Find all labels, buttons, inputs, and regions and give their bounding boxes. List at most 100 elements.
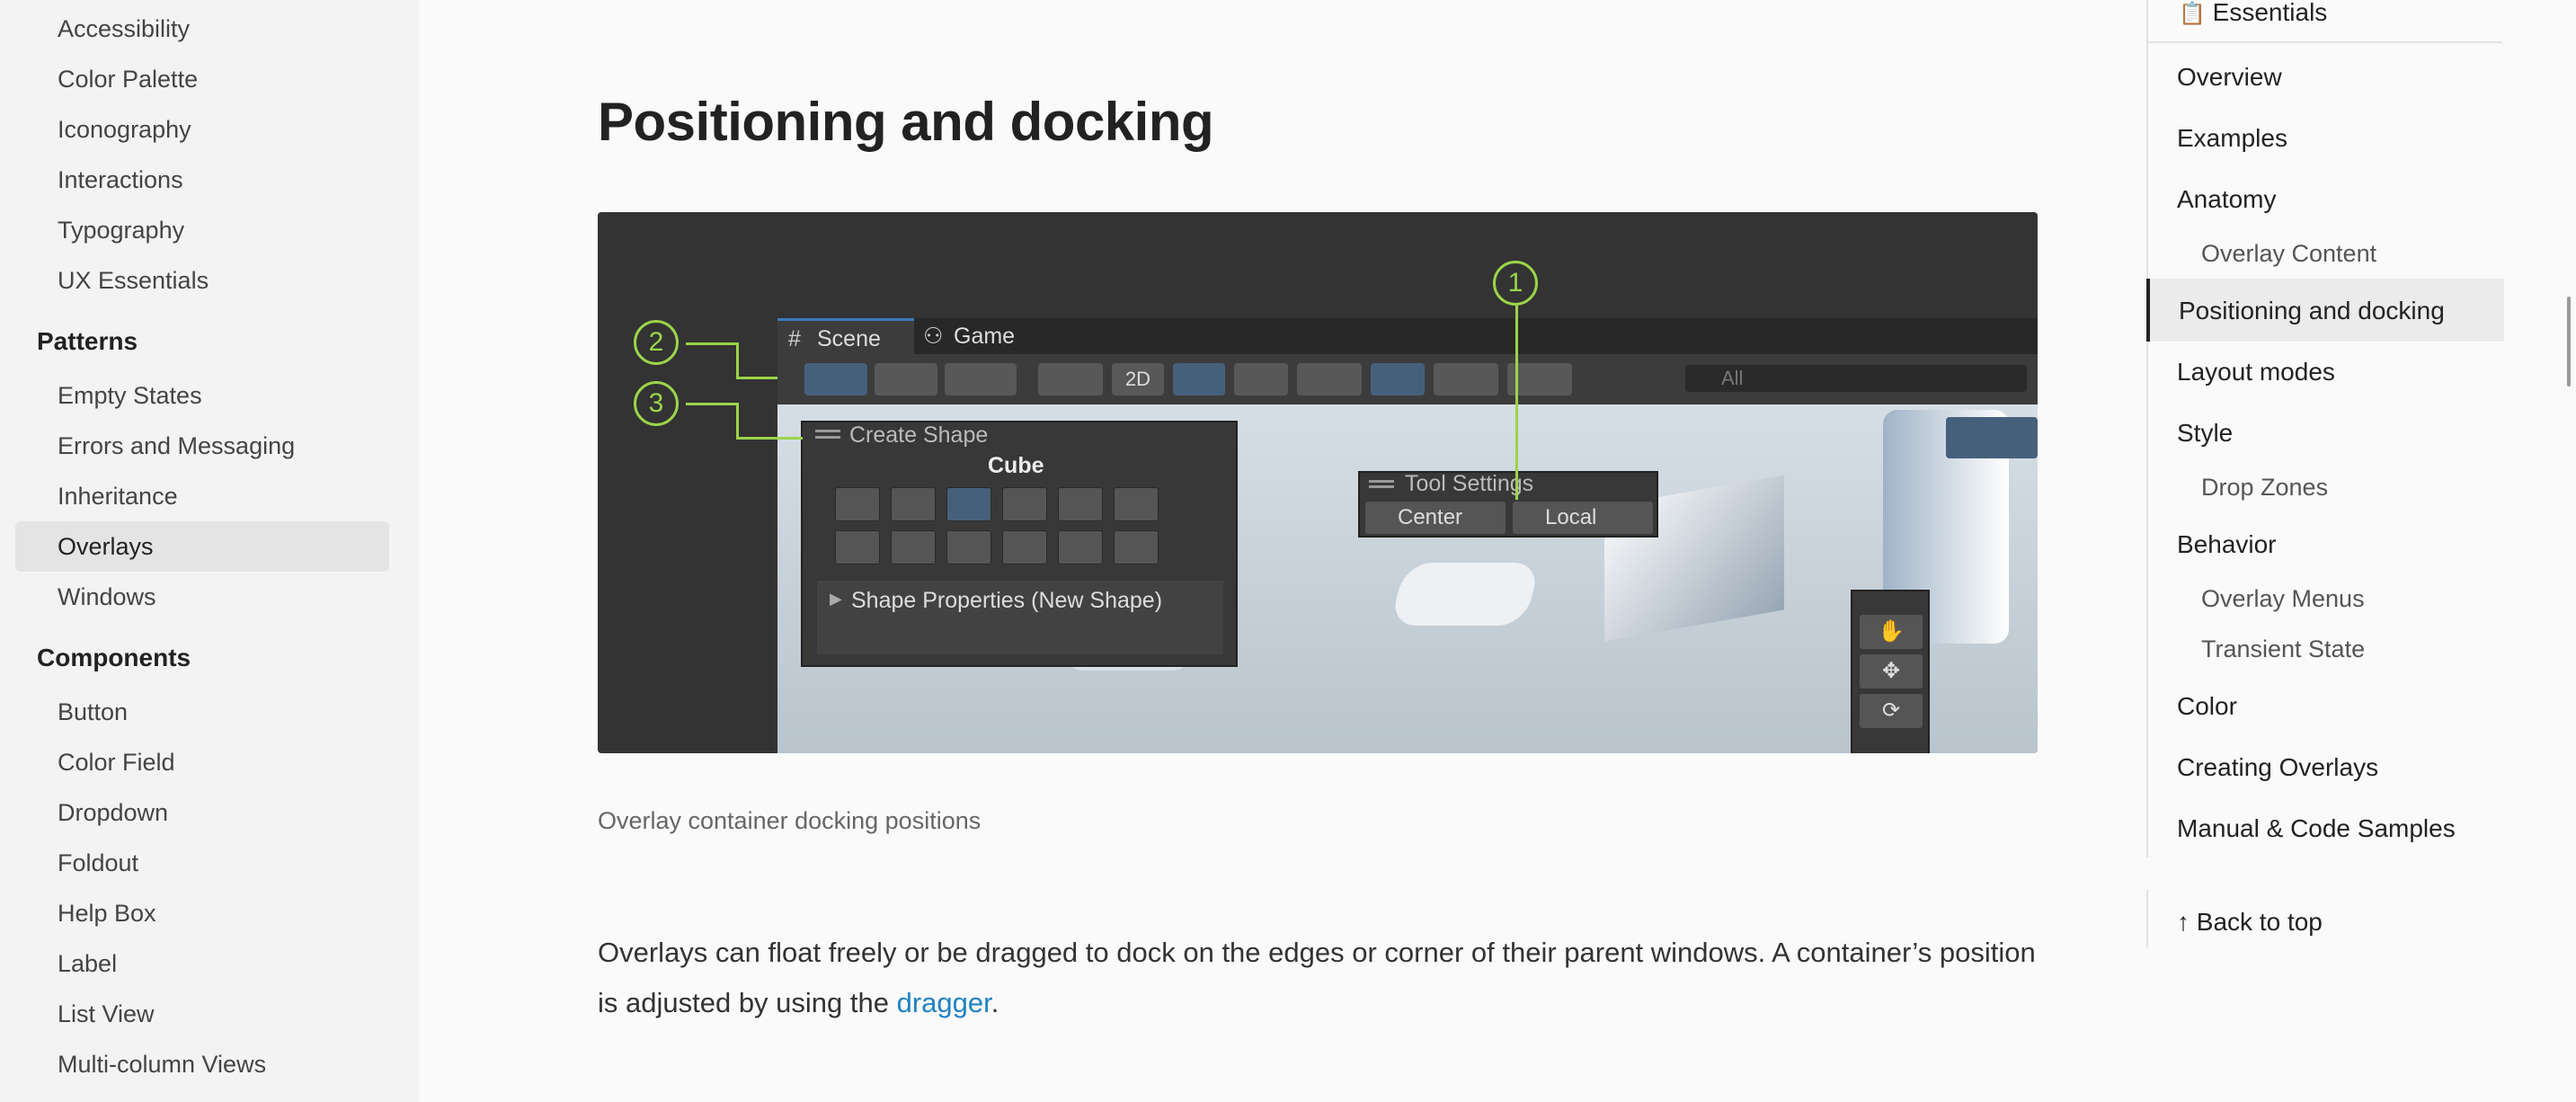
tab-game[interactable]: ⚇ Game <box>914 318 1040 354</box>
shape-arch-button[interactable] <box>835 487 880 521</box>
callout-2: 2 <box>634 320 679 365</box>
lighting-button[interactable] <box>1173 363 1225 395</box>
toc-item-drop-zones[interactable]: Drop Zones <box>2201 469 2328 505</box>
shape-sprite-button[interactable] <box>1002 530 1047 564</box>
docking-figure: # Scene ⚇ Game 2D All Create Shape Cube <box>598 212 2038 753</box>
toc-item-style[interactable]: Style <box>2177 415 2233 451</box>
tab-scene-label: Scene <box>817 326 881 351</box>
ruler-button[interactable] <box>945 363 1017 395</box>
toc-essentials-label: Essentials <box>2212 0 2328 26</box>
nav-item-foldout[interactable]: Foldout <box>58 845 138 881</box>
scene-tabbar: # Scene ⚇ Game <box>777 318 2038 354</box>
dragger-link[interactable]: dragger <box>897 987 991 1018</box>
scene-search-input[interactable]: All <box>1685 365 2027 392</box>
left-sidebar: Accessibility Color Palette Iconography … <box>0 0 419 1102</box>
shape-cone-button[interactable] <box>891 487 936 521</box>
nav-item-label[interactable]: Label <box>58 946 117 982</box>
shape-torus-button[interactable] <box>1114 530 1159 564</box>
nav-item-empty-states[interactable]: Empty States <box>58 378 202 413</box>
nav-item-help-box[interactable]: Help Box <box>58 895 156 931</box>
grid-snap-button[interactable] <box>804 363 867 395</box>
shape-plane-button[interactable] <box>835 530 880 564</box>
toc-item-positioning-and-docking[interactable]: Positioning and docking <box>2179 293 2445 329</box>
snap-button[interactable] <box>875 363 937 395</box>
shading-mode-button[interactable] <box>1038 363 1103 395</box>
camera-button[interactable] <box>1434 363 1498 395</box>
grid-icon: # <box>788 326 801 351</box>
shape-pipe-button[interactable] <box>1114 487 1159 521</box>
view-cube-button[interactable] <box>1946 417 2038 458</box>
clipboard-icon: 📋 <box>2179 2 2206 26</box>
2d-toggle-button[interactable]: 2D <box>1112 363 1164 395</box>
tools-overlay: ✋ ✥ ⟳ <box>1851 590 1930 753</box>
toc-item-overlay-menus[interactable]: Overlay Menus <box>2201 581 2365 617</box>
toc-item-creating-overlays[interactable]: Creating Overlays <box>2177 750 2378 786</box>
nav-item-color-field[interactable]: Color Field <box>58 744 175 780</box>
nav-item-interactions[interactable]: Interactions <box>58 162 183 198</box>
nav-item-iconography[interactable]: Iconography <box>58 111 191 147</box>
shape-prism-button[interactable] <box>891 530 936 564</box>
nav-item-color-palette[interactable]: Color Palette <box>58 61 198 97</box>
toc-item-overlay-content[interactable]: Overlay Content <box>2201 236 2376 271</box>
callout-1: 1 <box>1493 261 1538 306</box>
shape-properties-foldout[interactable]: ▶ Shape Properties (New Shape) <box>817 581 1223 654</box>
nav-item-accessibility[interactable]: Accessibility <box>58 11 190 47</box>
shape-cube-button[interactable] <box>946 487 991 521</box>
nav-item-windows[interactable]: Windows <box>58 579 156 615</box>
tab-scene[interactable]: # Scene <box>777 318 914 354</box>
toc-divider <box>2146 41 2502 43</box>
gamepad-icon: ⚇ <box>923 324 944 349</box>
toc-item-examples[interactable]: Examples <box>2177 120 2287 156</box>
effects-button[interactable] <box>1297 363 1362 395</box>
toc-item-anatomy[interactable]: Anatomy <box>2177 182 2277 218</box>
shape-door-button[interactable] <box>1058 487 1103 521</box>
nav-section-patterns[interactable]: Patterns <box>37 324 138 360</box>
rotate-tool-icon[interactable]: ⟳ <box>1860 694 1923 728</box>
shape-cylinder-button[interactable] <box>1002 487 1047 521</box>
tool-settings-overlay: Tool Settings Center Local <box>1358 471 1658 538</box>
toc-item-layout-modes[interactable]: Layout modes <box>2177 354 2335 390</box>
nav-item-errors-and-messaging[interactable]: Errors and Messaging <box>58 428 295 464</box>
figure-caption: Overlay container docking positions <box>598 807 982 834</box>
shape-properties-label: Shape Properties (New Shape) <box>851 588 1163 613</box>
hand-tool-icon[interactable]: ✋ <box>1860 615 1923 649</box>
callout-3: 3 <box>634 381 679 426</box>
nav-item-overlays[interactable]: Overlays <box>58 529 154 564</box>
dragger-icon[interactable] <box>815 430 840 432</box>
pivot-local-dropdown[interactable]: Local <box>1513 502 1653 534</box>
toc-item-color[interactable]: Color <box>2177 689 2237 724</box>
pivot-center-dropdown[interactable]: Center <box>1365 502 1506 534</box>
toc-item-overview[interactable]: Overview <box>2177 59 2282 95</box>
nav-item-list-view[interactable]: List View <box>58 996 155 1032</box>
visibility-button[interactable] <box>1371 363 1425 395</box>
nav-item-button[interactable]: Button <box>58 694 128 730</box>
dragger-icon[interactable] <box>1369 480 1394 483</box>
shape-sphere-button[interactable] <box>946 530 991 564</box>
foldout-arrow-icon: ▶ <box>830 590 842 608</box>
nav-item-typography[interactable]: Typography <box>58 212 184 248</box>
toc-rail <box>2146 0 2148 858</box>
nav-item-dropdown[interactable]: Dropdown <box>58 795 168 831</box>
paragraph-end: . <box>990 987 999 1018</box>
nav-section-components[interactable]: Components <box>37 640 191 676</box>
shape-stairs-button[interactable] <box>1058 530 1103 564</box>
scrollbar-thumb[interactable] <box>2567 297 2571 387</box>
nav-item-ux-essentials[interactable]: UX Essentials <box>58 262 209 298</box>
nav-item-inheritance[interactable]: Inheritance <box>58 478 178 514</box>
docs-page: Accessibility Color Palette Iconography … <box>0 0 2576 1102</box>
back-to-top-link[interactable]: ↑ Back to top <box>2177 904 2323 940</box>
tool-settings-title: Tool Settings <box>1405 471 1534 496</box>
callout-2-line-h <box>736 377 777 379</box>
scene-hexagon <box>1389 563 1541 626</box>
toc-item-transient-state[interactable]: Transient State <box>2201 631 2365 667</box>
toc-item-manual-code-samples[interactable]: Manual & Code Samples <box>2177 811 2456 847</box>
audio-button[interactable] <box>1234 363 1288 395</box>
callout-2-line-v <box>736 342 739 378</box>
toc-essentials[interactable]: 📋 Essentials <box>2179 0 2327 32</box>
callout-2-line <box>686 342 738 345</box>
toc-item-behavior[interactable]: Behavior <box>2177 527 2277 563</box>
move-tool-icon[interactable]: ✥ <box>1860 654 1923 689</box>
nav-item-multi-column-views[interactable]: Multi-column Views <box>58 1046 266 1082</box>
create-shape-title: Create Shape <box>849 422 989 448</box>
tab-game-label: Game <box>954 324 1016 349</box>
